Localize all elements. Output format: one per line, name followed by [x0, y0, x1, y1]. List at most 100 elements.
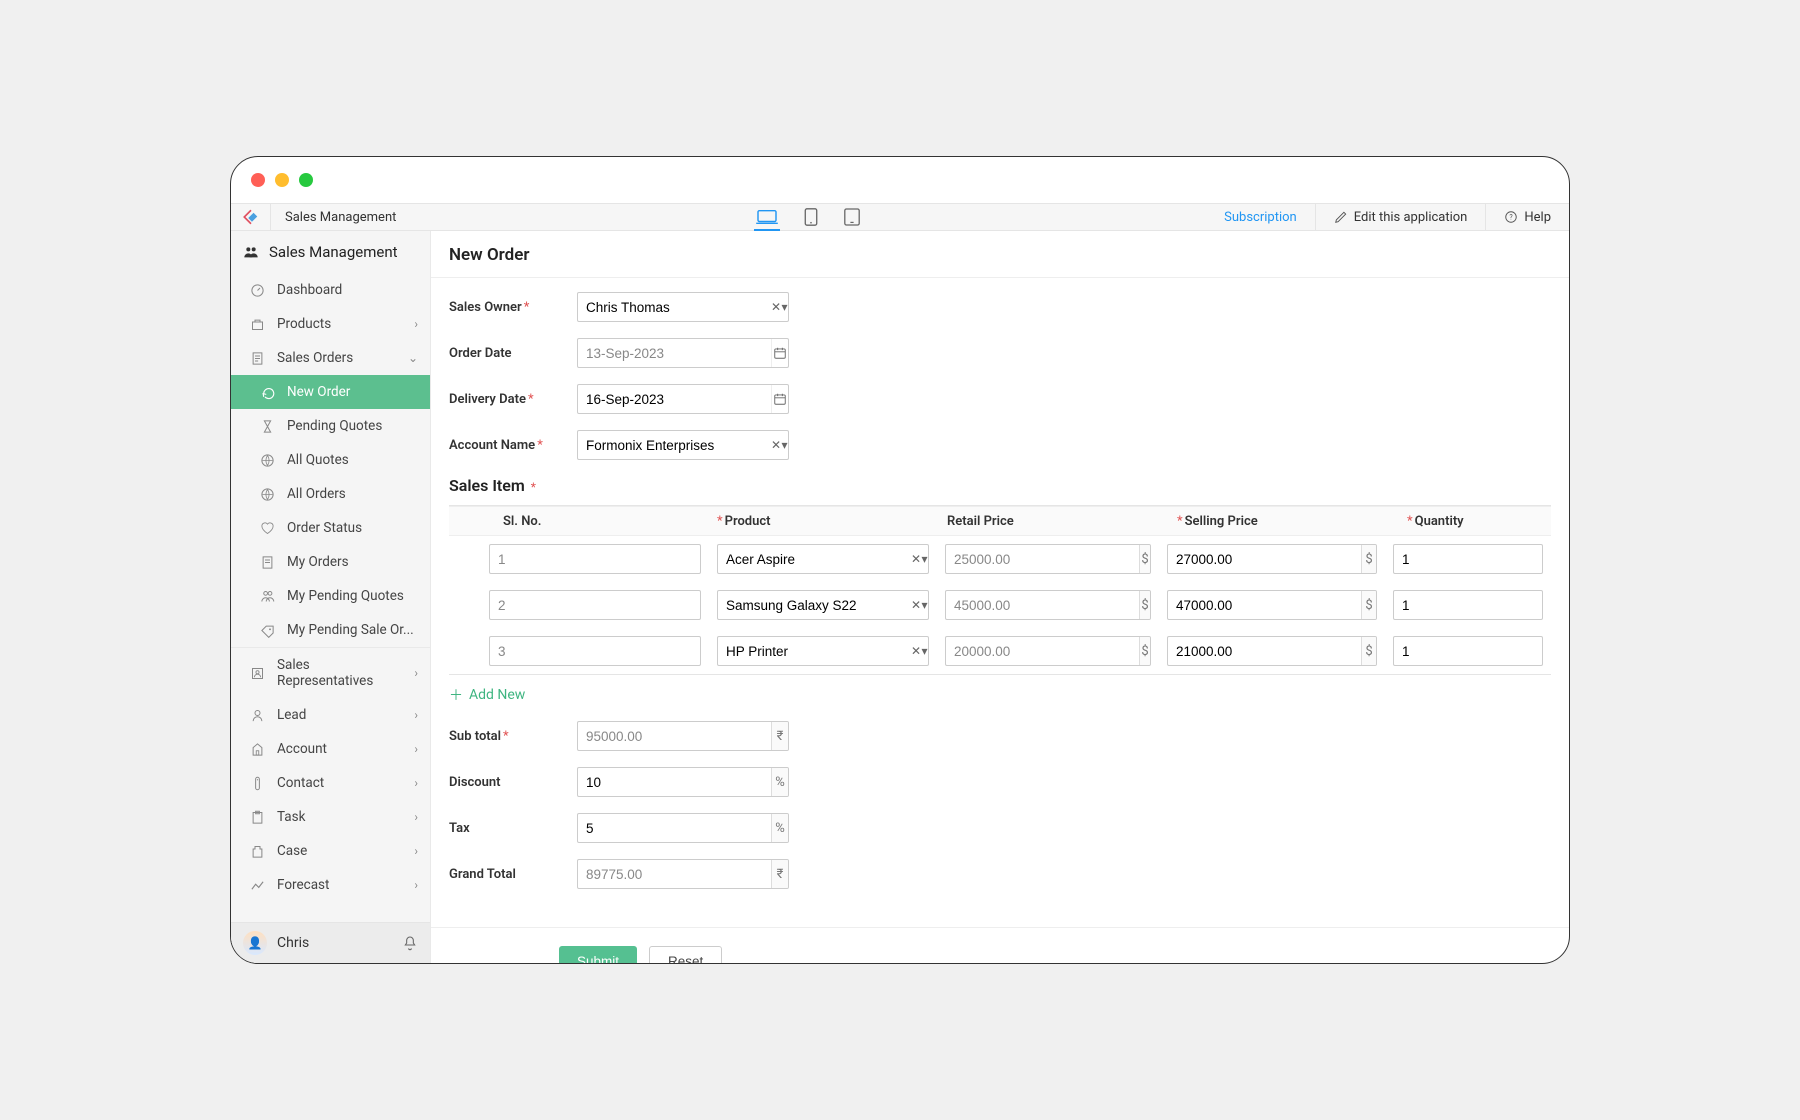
grand-total-label: Grand Total	[449, 867, 577, 882]
dollar-icon: $	[1361, 637, 1376, 665]
sidebar-item-new-order[interactable]: New Order	[231, 375, 430, 409]
product-select[interactable]: ✕▾	[717, 590, 929, 620]
account-name-label: Account Name*	[449, 438, 577, 453]
account-name-input[interactable]	[578, 431, 771, 459]
selling-price-field[interactable]: $	[1167, 636, 1377, 666]
chevron-down-icon[interactable]: ▾	[921, 637, 928, 665]
slno-input	[490, 637, 700, 665]
clear-icon[interactable]: ✕	[771, 293, 781, 321]
sidebar-item-sales-representatives[interactable]: Sales Representatives›	[231, 648, 430, 698]
selling-price-input[interactable]	[1168, 637, 1361, 665]
sidebar-item-all-orders[interactable]: All Orders	[231, 477, 430, 511]
sidebar-item-label: Order Status	[287, 520, 362, 536]
account-icon	[249, 742, 265, 757]
dollar-icon: $	[1361, 591, 1376, 619]
discount-input[interactable]	[578, 768, 771, 796]
orders-icon	[249, 351, 265, 366]
sales-owner-select[interactable]: ✕ ▾	[577, 292, 789, 322]
product-input[interactable]	[718, 637, 911, 665]
selling-price-field[interactable]: $	[1167, 544, 1377, 574]
sidebar-item-all-quotes[interactable]: All Quotes	[231, 443, 430, 477]
sidebar-item-account[interactable]: Account›	[231, 732, 430, 766]
delivery-date-field[interactable]	[577, 384, 789, 414]
avatar[interactable]: 👤	[243, 931, 267, 955]
back-button[interactable]	[231, 204, 271, 230]
product-input[interactable]	[718, 545, 911, 573]
account-name-select[interactable]: ✕ ▾	[577, 430, 789, 460]
sidebar-item-dashboard[interactable]: Dashboard	[231, 273, 430, 307]
grand-total-input	[578, 860, 771, 888]
sidebar-item-case[interactable]: Case›	[231, 834, 430, 868]
edit-app-link[interactable]: Edit this application	[1315, 204, 1486, 230]
sidebar-item-forecast[interactable]: Forecast›	[231, 868, 430, 902]
product-select[interactable]: ✕▾	[717, 636, 929, 666]
quantity-field[interactable]	[1393, 590, 1543, 620]
sidebar-item-order-status[interactable]: Order Status	[231, 511, 430, 545]
selling-price-field[interactable]: $	[1167, 590, 1377, 620]
sidebar-item-pending-quotes[interactable]: Pending Quotes	[231, 409, 430, 443]
sidebar-item-task[interactable]: Task›	[231, 800, 430, 834]
sidebar-item-my-pending-quotes[interactable]: My Pending Quotes	[231, 579, 430, 613]
window-max-dot[interactable]	[299, 173, 313, 187]
quantity-input[interactable]	[1394, 591, 1543, 619]
retail-price-input	[946, 545, 1139, 573]
order-date-field[interactable]	[577, 338, 789, 368]
chevron-down-icon[interactable]: ▾	[921, 545, 928, 573]
task-icon	[249, 810, 265, 825]
clear-icon[interactable]: ✕	[771, 431, 781, 459]
help-link[interactable]: ? Help	[1485, 204, 1569, 230]
delivery-date-input[interactable]	[578, 385, 771, 413]
quantity-input[interactable]	[1394, 545, 1543, 573]
order-date-label: Order Date	[449, 346, 577, 361]
selling-price-input[interactable]	[1168, 591, 1361, 619]
device-desktop-icon[interactable]	[756, 208, 778, 226]
product-input[interactable]	[718, 591, 911, 619]
sidebar-item-sales-orders[interactable]: Sales Orders⌄	[231, 341, 430, 375]
sidebar-item-contact[interactable]: Contact›	[231, 766, 430, 800]
retail-price-input	[946, 591, 1139, 619]
discount-label: Discount	[449, 775, 577, 790]
sidebar-item-label: All Orders	[287, 486, 346, 502]
tax-field[interactable]: %	[577, 813, 789, 843]
bell-icon[interactable]	[402, 935, 418, 951]
product-select[interactable]: ✕▾	[717, 544, 929, 574]
svg-text:?: ?	[1510, 213, 1514, 221]
sidebar-item-products[interactable]: Products›	[231, 307, 430, 341]
clear-icon[interactable]: ✕	[911, 591, 921, 619]
submit-button[interactable]: Submit	[559, 946, 637, 963]
user-name: Chris	[277, 935, 309, 951]
retail-price-input	[946, 637, 1139, 665]
sidebar-item-my-pending-sale-or-[interactable]: My Pending Sale Or...	[231, 613, 430, 647]
calendar-icon[interactable]	[771, 385, 788, 413]
add-new-button[interactable]: ＋ Add New	[449, 675, 1551, 715]
plus-icon: ＋	[449, 685, 463, 705]
subscription-link[interactable]: Subscription	[1206, 204, 1315, 230]
quantity-field[interactable]	[1393, 636, 1543, 666]
window-close-dot[interactable]	[251, 173, 265, 187]
sidebar-item-my-orders[interactable]: My Orders	[231, 545, 430, 579]
slno-input	[490, 545, 700, 573]
chevron-down-icon[interactable]: ▾	[781, 431, 788, 459]
window-min-dot[interactable]	[275, 173, 289, 187]
clear-icon[interactable]: ✕	[911, 637, 921, 665]
chevron-right-icon: ›	[414, 810, 418, 824]
selling-price-input[interactable]	[1168, 545, 1361, 573]
chevron-down-icon[interactable]: ▾	[781, 293, 788, 321]
clear-icon[interactable]: ✕	[911, 545, 921, 573]
sales-owner-input[interactable]	[578, 293, 771, 321]
quantity-input[interactable]	[1394, 637, 1543, 665]
new-order-icon	[259, 385, 275, 400]
th-slno: Sl. No.	[449, 514, 709, 529]
device-mobile-icon[interactable]	[844, 208, 860, 226]
quantity-field[interactable]	[1393, 544, 1543, 574]
calendar-icon[interactable]	[771, 339, 788, 367]
device-tablet-icon[interactable]	[804, 208, 818, 226]
status-icon	[259, 521, 275, 536]
sales-item-table: Sl. No. *Product Retail Price *Selling P…	[449, 505, 1551, 675]
sidebar-item-lead[interactable]: Lead›	[231, 698, 430, 732]
discount-field[interactable]: %	[577, 767, 789, 797]
reps-icon	[249, 666, 265, 681]
reset-button[interactable]: Reset	[649, 946, 722, 963]
tax-input[interactable]	[578, 814, 771, 842]
chevron-down-icon[interactable]: ▾	[921, 591, 928, 619]
